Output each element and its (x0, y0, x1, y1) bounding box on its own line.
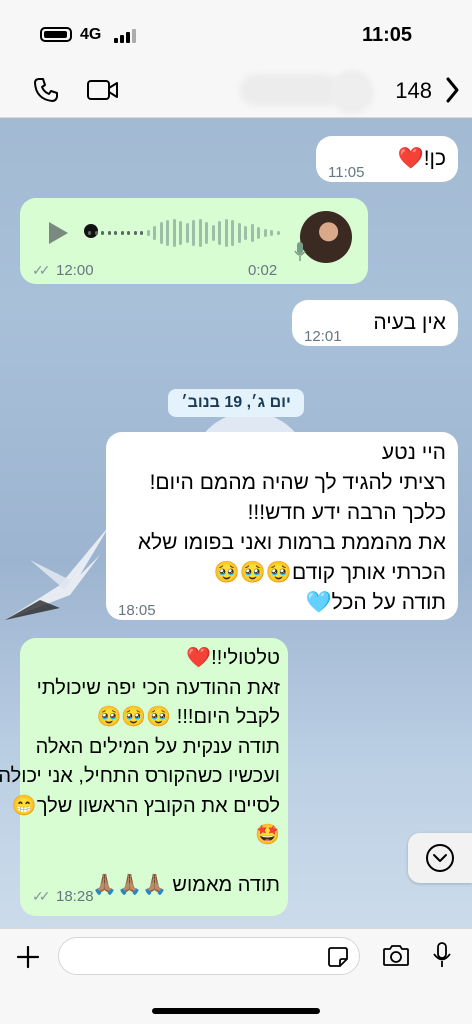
contact-name[interactable] (240, 74, 340, 106)
message-line: כלכך הרבה ידע חדש!!! (247, 501, 446, 524)
waveform-bar (159, 222, 163, 244)
signal-icon (114, 29, 136, 43)
waveform-bar (263, 229, 267, 237)
message-bubble[interactable]: אין בעיה 12:01 (292, 300, 458, 346)
message-time: 18:28 (56, 888, 94, 905)
waveform-bar (244, 226, 247, 240)
message-time: 12:01 (304, 328, 342, 345)
status-time: 11:05 (361, 24, 412, 46)
heart-emoji: ❤️ (397, 147, 424, 170)
sender-avatar (300, 211, 352, 263)
waveform-bar (257, 227, 260, 239)
waveform-bar (114, 231, 117, 235)
waveform-bar (172, 219, 176, 247)
waveform-bar (231, 220, 234, 246)
play-icon[interactable] (46, 220, 70, 246)
message-line: תודה ענקית על המילים האלה (35, 735, 280, 758)
waveform-bar (140, 231, 143, 235)
waveform-bar (179, 221, 182, 245)
message-line: תודה על הכל🩵 (305, 591, 447, 614)
waveform-bar (88, 231, 91, 235)
date-separator: יום ג׳, 19 בנוב׳ (168, 389, 304, 417)
waveform-bar (120, 231, 124, 235)
read-ticks-icon: ✓✓ (32, 888, 51, 904)
message-line: לסיים את הקובץ הראשון שלך😁 (11, 794, 280, 817)
message-line (24, 851, 280, 871)
back-chevron-icon[interactable] (444, 76, 460, 104)
message-time: 11:05 (328, 164, 365, 181)
mic-icon (294, 242, 306, 261)
waveform-bar (133, 231, 137, 235)
waveform-bar (94, 231, 98, 235)
waveform-bar (237, 223, 241, 243)
message-text: כן! (423, 147, 446, 170)
chevron-down-icon (426, 844, 454, 872)
voice-duration: 0:02 (248, 262, 278, 279)
status-bar: 4G 11:05 (0, 0, 472, 62)
message-line: הכרתי אותך קודם🥹🥹🥹 (213, 561, 446, 584)
unread-count[interactable]: 148 (395, 78, 432, 104)
waveform-bar (153, 226, 156, 240)
chat-header: 148 (0, 62, 472, 118)
waveform-bar (211, 225, 215, 241)
message-line: טלטולי!!❤️ (186, 647, 280, 669)
plus-icon[interactable] (16, 945, 40, 969)
waveform-bar (192, 220, 195, 246)
waveform-bar (185, 223, 189, 243)
waveform-bar (224, 219, 228, 247)
waveform-bar (218, 221, 221, 245)
waveform-bar (250, 224, 254, 242)
waveform-bar (198, 219, 202, 247)
read-ticks-icon: ✓✓ (32, 262, 51, 278)
message-bubble[interactable]: טלטולי!!❤️ זאת ההודעה הכי יפה שיכולתי לק… (0, 638, 288, 916)
message-bubble[interactable]: כן!❤️ 11:05 (316, 136, 458, 182)
video-call-icon[interactable] (86, 78, 120, 102)
sticker-icon[interactable] (327, 946, 349, 968)
message-line: רציתי להגיד לך שהיה מהמם היום! (149, 471, 446, 494)
message-time: 12:00 (56, 262, 94, 279)
message-line: 🤩 (255, 824, 280, 846)
contact-avatar[interactable] (330, 70, 374, 114)
message-line: זאת ההודעה הכי יפה שיכולתי (36, 676, 280, 699)
message-time: 18:05 (118, 602, 156, 619)
message-bubble[interactable]: היי נטע רציתי להגיד לך שהיה מהמם היום! כ… (106, 432, 458, 620)
camera-icon[interactable] (382, 943, 410, 967)
scroll-to-bottom-button[interactable] (408, 833, 472, 883)
message-input[interactable] (58, 937, 360, 975)
waveform-bar (107, 231, 111, 235)
mic-icon[interactable] (432, 941, 452, 969)
waveform-bar (127, 231, 130, 235)
phone-icon[interactable] (32, 76, 60, 104)
waveform-bar (101, 231, 104, 235)
home-indicator (152, 1008, 320, 1014)
waveform-bar (276, 231, 280, 235)
waveform-bar (146, 230, 150, 236)
waveform-bar (205, 222, 208, 244)
waveform-bar (166, 220, 169, 246)
message-line: את מהממת ברמות ואני בפומו שלא (137, 531, 446, 554)
message-line: היי נטע (381, 441, 446, 464)
waveform-bar (270, 230, 273, 236)
voice-waveform (88, 218, 288, 248)
battery-icon (40, 27, 72, 42)
message-line: לקבל היום!!! 🥹🥹🥹 (96, 706, 280, 728)
message-text: אין בעיה (373, 311, 446, 334)
network-type: 4G (80, 26, 102, 43)
message-line: ועכשיו כשהקורס התחיל, אני יכולה (0, 765, 280, 787)
wallpaper-bird (5, 525, 110, 620)
